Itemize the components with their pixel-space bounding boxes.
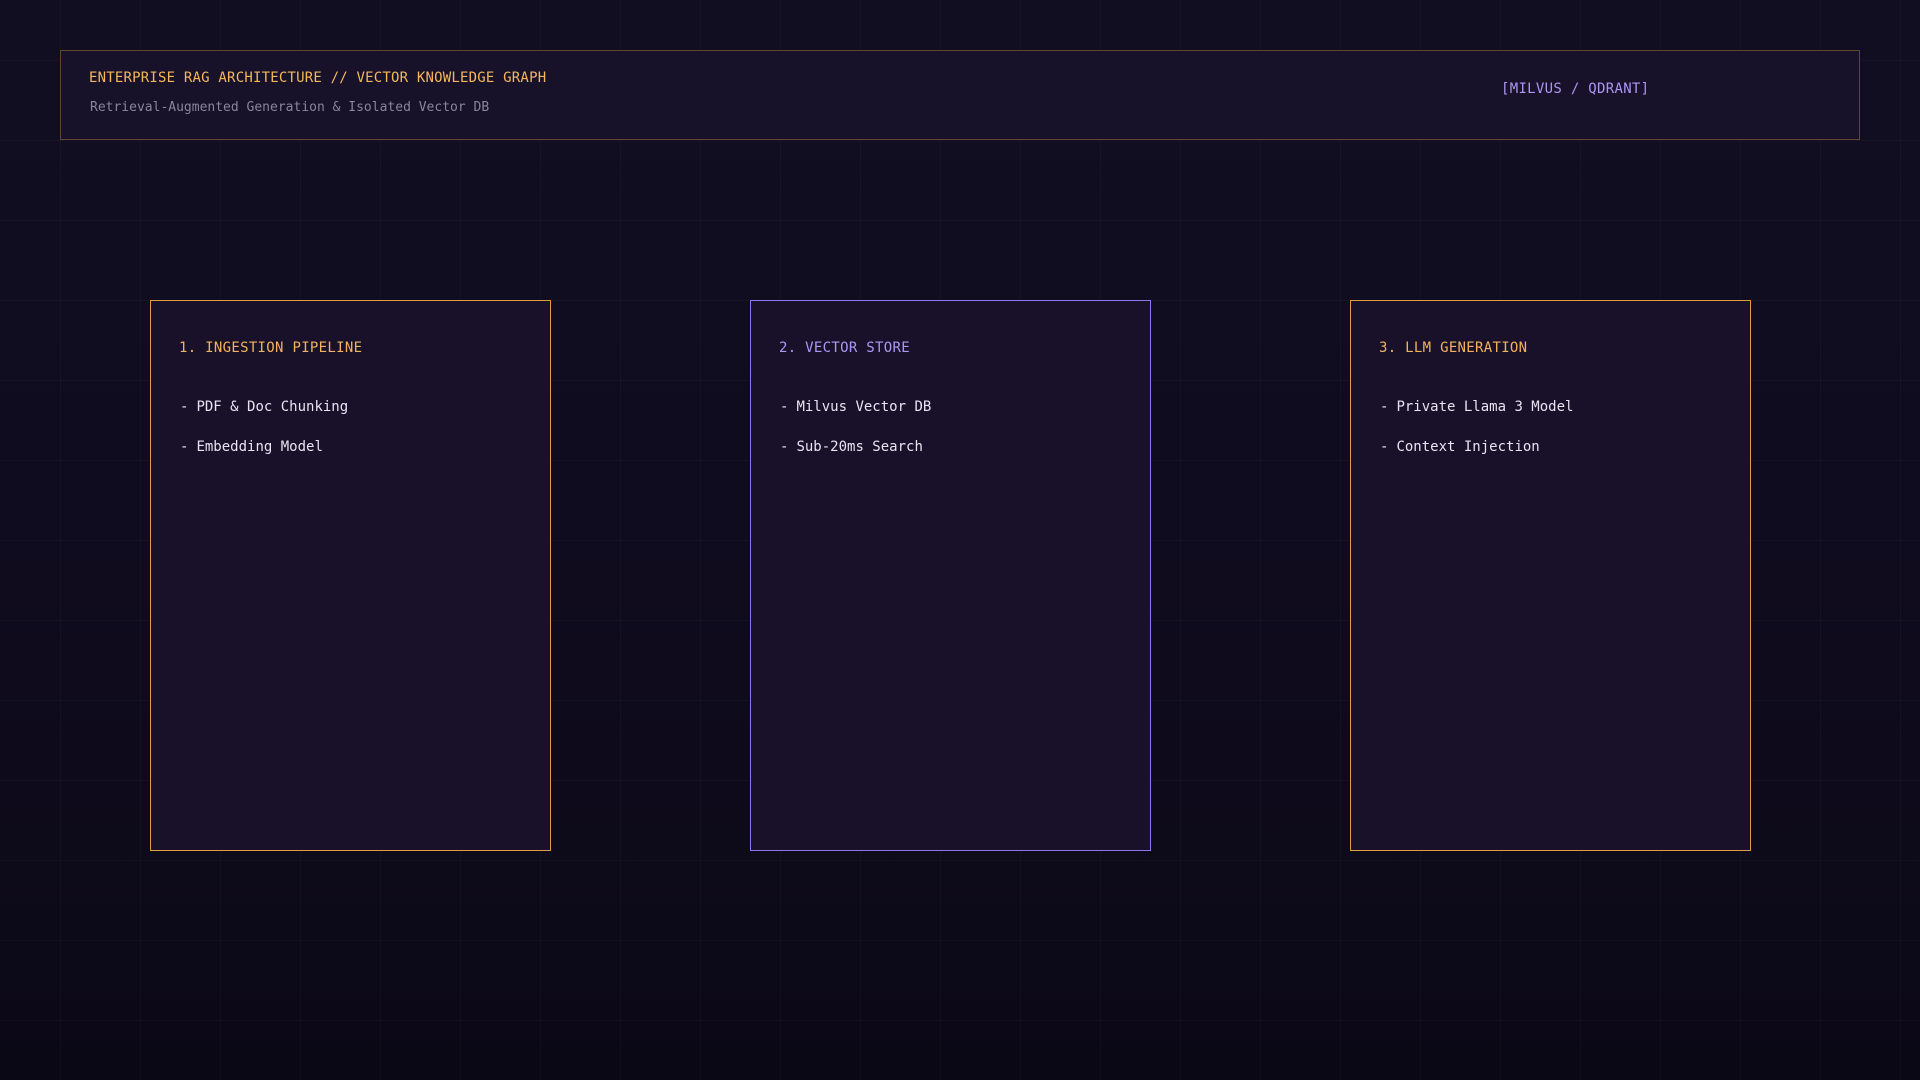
- stage-title: 1. INGESTION PIPELINE: [179, 340, 363, 356]
- stage-item-list: - Private Llama 3 Model - Context Injectio…: [1380, 399, 1573, 479]
- stage-item: - Private Llama 3 Model: [1380, 399, 1574, 415]
- stage-item-label: Embedding Model: [196, 439, 323, 455]
- stage-item-list: - Milvus Vector DB - Sub-20ms Search: [780, 399, 931, 479]
- tech-stack-tag: [MILVUS / QDRANT]: [1501, 81, 1650, 97]
- stage-item: - Embedding Model: [180, 439, 323, 455]
- stage-card-llm-generation: 3. LLM GENERATION - Private Llama 3 Model…: [1350, 300, 1751, 851]
- stage-card-vector-store: 2. VECTOR STORE - Milvus Vector DB - Sub-2…: [750, 300, 1151, 851]
- stage-item: - Context Injection: [1380, 439, 1540, 455]
- stage-item: - Milvus Vector DB: [780, 399, 932, 415]
- stage-item-label: Context Injection: [1396, 439, 1540, 455]
- page-title: ENTERPRISE RAG ARCHITECTURE // VECTOR KN…: [89, 70, 547, 86]
- stage-item-list: - PDF & Doc Chunking - Embedding Model: [180, 399, 348, 479]
- stage-item-label: Sub-20ms Search: [796, 439, 923, 455]
- stage-item-label: PDF & Doc Chunking: [196, 399, 349, 415]
- stage-title: 2. VECTOR STORE: [779, 340, 910, 356]
- stage-item: - Sub-20ms Search: [780, 439, 923, 455]
- stage-title: 3. LLM GENERATION: [1379, 340, 1528, 356]
- stage-item-label: Milvus Vector DB: [796, 399, 932, 415]
- stage-item-label: Private Llama 3 Model: [1396, 399, 1574, 415]
- page-subtitle: Retrieval-Augmented Generation & Isolate…: [90, 100, 490, 115]
- stage-card-ingestion-pipeline: 1. INGESTION PIPELINE - PDF & Doc Chunkin…: [150, 300, 551, 851]
- stage-item: - PDF & Doc Chunking: [180, 399, 349, 415]
- header-panel: ENTERPRISE RAG ARCHITECTURE // VECTOR KN…: [60, 50, 1860, 140]
